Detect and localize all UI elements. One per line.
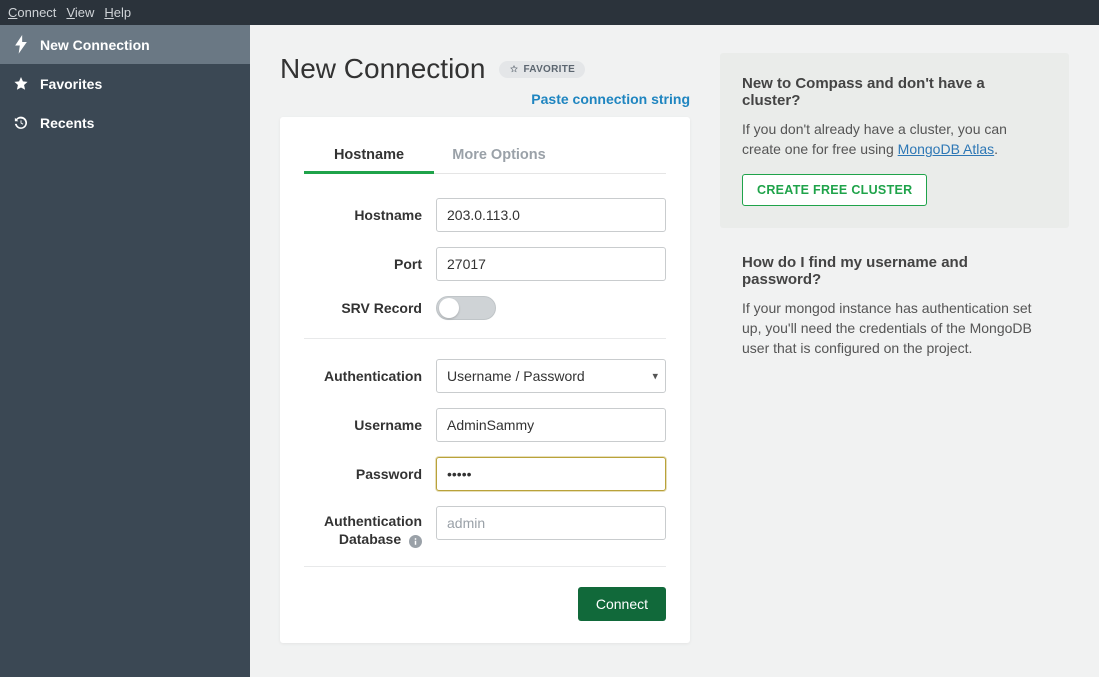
auth-db-label: Authentication Database xyxy=(304,506,436,548)
bolt-icon xyxy=(14,38,28,52)
favorite-badge[interactable]: FAVORITE xyxy=(499,61,585,78)
srv-label: SRV Record xyxy=(304,299,436,317)
hostname-input[interactable] xyxy=(436,198,666,232)
sidebar-item-recents[interactable]: Recents xyxy=(0,103,250,142)
connection-card: Hostname More Options Hostname Port xyxy=(280,117,690,643)
sidebar: New Connection Favorites Recents xyxy=(0,25,250,677)
paste-connection-string-link[interactable]: Paste connection string xyxy=(531,91,690,107)
srv-toggle[interactable] xyxy=(436,296,496,320)
menu-view[interactable]: View xyxy=(66,5,94,20)
hostname-label: Hostname xyxy=(304,206,436,224)
username-label: Username xyxy=(304,416,436,434)
connect-button[interactable]: Connect xyxy=(578,587,666,621)
password-input[interactable] xyxy=(436,457,666,491)
password-label: Password xyxy=(304,465,436,483)
credentials-info-title: How do I find my username and password? xyxy=(742,254,1047,288)
create-free-cluster-button[interactable]: CREATE FREE CLUSTER xyxy=(742,174,927,206)
menu-help[interactable]: Help xyxy=(104,5,131,20)
menubar: Connect View Help xyxy=(0,0,1099,25)
favorite-label: FAVORITE xyxy=(523,64,575,75)
star-outline-icon xyxy=(509,64,519,74)
credentials-info-panel: How do I find my username and password? … xyxy=(720,250,1069,363)
cluster-info-title: New to Compass and don't have a cluster? xyxy=(742,75,1047,109)
tab-more-options[interactable]: More Options xyxy=(434,139,564,173)
mongodb-atlas-link[interactable]: MongoDB Atlas xyxy=(898,141,995,157)
content-area: New Connection FAVORITE Paste connection… xyxy=(250,25,1099,677)
port-label: Port xyxy=(304,255,436,273)
authentication-select[interactable]: Username / Password xyxy=(436,359,666,393)
cluster-info-text: If you don't already have a cluster, you… xyxy=(742,119,1047,160)
sidebar-item-label: Recents xyxy=(40,115,94,131)
authentication-label: Authentication xyxy=(304,367,436,385)
info-icon[interactable] xyxy=(409,534,422,547)
star-icon xyxy=(14,77,28,91)
tabs: Hostname More Options xyxy=(304,139,666,174)
credentials-info-text: If your mongod instance has authenticati… xyxy=(742,298,1047,359)
sidebar-item-label: Favorites xyxy=(40,76,102,92)
page-title: New Connection xyxy=(280,53,485,85)
divider xyxy=(304,338,666,339)
tab-hostname[interactable]: Hostname xyxy=(304,139,434,173)
sidebar-item-label: New Connection xyxy=(40,37,150,53)
toggle-knob xyxy=(439,298,459,318)
cluster-info-panel: New to Compass and don't have a cluster?… xyxy=(720,53,1069,228)
auth-db-input[interactable] xyxy=(436,506,666,540)
menu-connect[interactable]: Connect xyxy=(8,5,56,20)
sidebar-item-favorites[interactable]: Favorites xyxy=(0,64,250,103)
username-input[interactable] xyxy=(436,408,666,442)
divider xyxy=(304,566,666,567)
sidebar-item-new-connection[interactable]: New Connection xyxy=(0,25,250,64)
history-icon xyxy=(14,116,28,130)
port-input[interactable] xyxy=(436,247,666,281)
